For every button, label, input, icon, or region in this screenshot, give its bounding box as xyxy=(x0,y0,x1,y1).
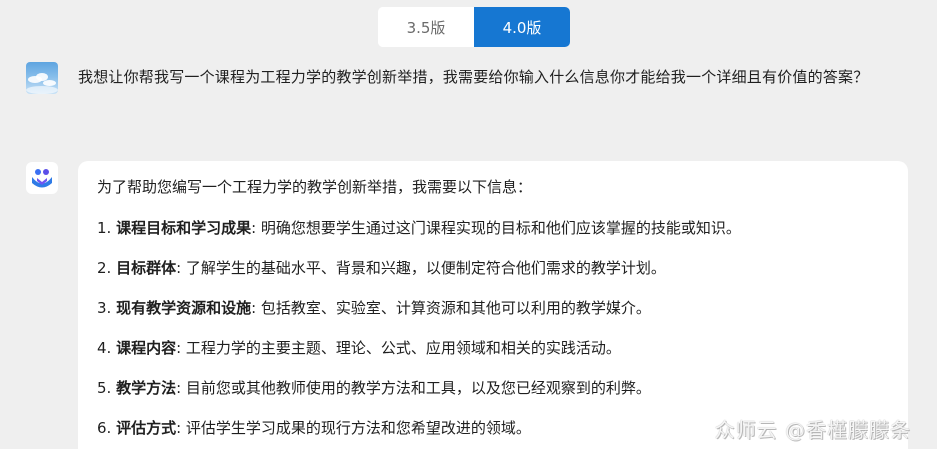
answer-list: 1. 课程目标和学习成果: 明确您想要学生通过这门课程实现的目标和他们应该掌握的… xyxy=(97,217,897,449)
list-item: 2. 目标群体: 了解学生的基础水平、背景和兴趣，以便制定符合他们需求的教学计划… xyxy=(97,259,666,277)
item-desc: : 了解学生的基础水平、背景和兴趣，以便制定符合他们需求的教学计划。 xyxy=(176,259,666,277)
chat-page: 3.5版 4.0版 我想让你帮我写一个课程为工程力学的教学创新举措，我需要给你输… xyxy=(0,0,937,449)
list-item: 4. 课程内容: 工程力学的主要主题、理论、公式、应用领域和相关的实践活动。 xyxy=(97,339,621,357)
item-desc: : 评估学生学习成果的现行方法和您希望改进的领域。 xyxy=(176,419,531,437)
list-item: 5. 教学方法: 目前您或其他教师使用的教学方法和工具，以及您已经观察到的利弊。 xyxy=(97,379,651,397)
list-item: 1. 课程目标和学习成果: 明确您想要学生通过这门课程实现的目标和他们应该掌握的… xyxy=(97,219,741,237)
item-desc: : 目前您或其他教师使用的教学方法和工具，以及您已经观察到的利弊。 xyxy=(176,379,651,397)
bot-avatar xyxy=(26,162,58,194)
list-item: 3. 现有教学资源和设施: 包括教室、实验室、计算资源和其他可以利用的教学媒介。 xyxy=(97,299,651,317)
bot-logo-icon xyxy=(32,169,52,188)
item-desc: : 明确您想要学生通过这门课程实现的目标和他们应该掌握的技能或知识。 xyxy=(251,219,741,237)
user-avatar xyxy=(26,62,58,94)
user-question: 我想让你帮我写一个课程为工程力学的教学创新举措，我需要给你输入什么信息你才能给我… xyxy=(78,68,869,86)
list-item: 6. 评估方式: 评估学生学习成果的现行方法和您希望改进的领域。 xyxy=(97,419,531,437)
version-4-0-button[interactable]: 4.0版 xyxy=(474,7,570,47)
item-title: 目标群体 xyxy=(116,259,177,277)
item-title: 评估方式 xyxy=(116,419,177,437)
item-title: 教学方法 xyxy=(116,379,177,397)
item-title: 现有教学资源和设施 xyxy=(116,299,252,317)
version-3-5-button[interactable]: 3.5版 xyxy=(378,7,474,47)
version-toggle: 3.5版 4.0版 xyxy=(378,7,570,47)
item-title: 课程目标和学习成果 xyxy=(116,219,252,237)
answer-intro: 为了帮助您编写一个工程力学的教学创新举措，我需要以下信息： xyxy=(97,178,533,196)
item-desc: : 工程力学的主要主题、理论、公式、应用领域和相关的实践活动。 xyxy=(176,339,621,357)
item-title: 课程内容 xyxy=(116,339,177,357)
item-desc: : 包括教室、实验室、计算资源和其他可以利用的教学媒介。 xyxy=(251,299,651,317)
assistant-answer-card: 为了帮助您编写一个工程力学的教学创新举措，我需要以下信息： 1. 课程目标和学习… xyxy=(78,161,908,449)
